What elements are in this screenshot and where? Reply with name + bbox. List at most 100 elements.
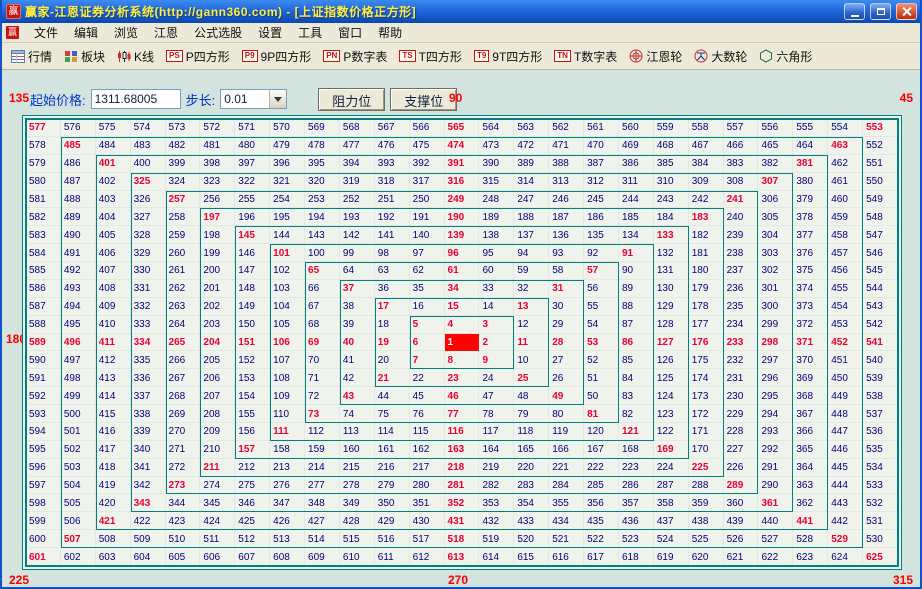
grid-cell[interactable]: 445 <box>828 459 863 477</box>
grid-cell[interactable]: 585 <box>26 262 61 280</box>
grid-cell[interactable]: 9 <box>479 351 514 369</box>
grid-cell[interactable]: 80 <box>549 405 584 423</box>
grid-cell[interactable]: 217 <box>410 459 445 477</box>
grid-cell[interactable]: 143 <box>305 226 340 244</box>
grid-cell[interactable]: 126 <box>654 351 689 369</box>
grid-cell[interactable]: 271 <box>166 441 201 459</box>
grid-cell[interactable]: 495 <box>61 316 96 334</box>
grid-cell[interactable]: 389 <box>514 155 549 173</box>
grid-cell[interactable]: 412 <box>96 351 131 369</box>
grid-cell[interactable]: 485 <box>61 137 96 155</box>
grid-cell[interactable]: 73 <box>305 405 340 423</box>
grid-cell[interactable]: 47 <box>479 387 514 405</box>
grid-cell[interactable]: 53 <box>584 334 619 352</box>
grid-cell[interactable]: 555 <box>793 119 828 137</box>
grid-cell[interactable]: 487 <box>61 173 96 191</box>
grid-cell[interactable]: 265 <box>166 334 201 352</box>
grid-cell[interactable]: 546 <box>863 244 898 262</box>
grid-cell[interactable]: 467 <box>689 137 724 155</box>
grid-cell[interactable]: 7 <box>410 351 445 369</box>
grid-cell[interactable]: 70 <box>305 351 340 369</box>
grid-cell[interactable]: 309 <box>689 173 724 191</box>
grid-cell[interactable]: 89 <box>619 280 654 298</box>
grid-cell[interactable]: 250 <box>410 191 445 209</box>
grid-cell[interactable]: 532 <box>863 494 898 512</box>
grid-cell[interactable]: 584 <box>26 244 61 262</box>
grid-cell[interactable]: 15 <box>445 298 480 316</box>
grid-cell[interactable]: 425 <box>235 512 270 530</box>
grid-cell[interactable]: 219 <box>479 459 514 477</box>
grid-cell[interactable]: 311 <box>619 173 654 191</box>
grid-cell[interactable]: 6 <box>410 334 445 352</box>
grid-cell[interactable]: 157 <box>235 441 270 459</box>
grid-cell[interactable]: 521 <box>549 530 584 548</box>
grid-cell[interactable]: 553 <box>863 119 898 137</box>
grid-cell[interactable]: 469 <box>619 137 654 155</box>
grid-cell[interactable]: 442 <box>828 512 863 530</box>
grid-cell[interactable]: 75 <box>375 405 410 423</box>
grid-cell[interactable]: 280 <box>410 477 445 495</box>
grid-cell[interactable]: 52 <box>584 351 619 369</box>
grid-cell[interactable]: 421 <box>96 512 131 530</box>
grid-cell[interactable]: 264 <box>166 316 201 334</box>
grid-cell[interactable]: 499 <box>61 387 96 405</box>
grid-cell[interactable]: 24 <box>479 369 514 387</box>
grid-cell[interactable]: 354 <box>514 494 549 512</box>
grid-cell[interactable]: 188 <box>514 208 549 226</box>
grid-cell[interactable]: 351 <box>410 494 445 512</box>
grid-cell[interactable]: 592 <box>26 387 61 405</box>
grid-cell[interactable]: 251 <box>375 191 410 209</box>
grid-cell[interactable]: 405 <box>96 226 131 244</box>
grid-cell[interactable]: 572 <box>200 119 235 137</box>
grid-cell[interactable]: 220 <box>514 459 549 477</box>
grid-cell[interactable]: 286 <box>619 477 654 495</box>
grid-cell[interactable]: 360 <box>724 494 759 512</box>
grid-cell[interactable]: 377 <box>793 226 828 244</box>
grid-cell[interactable]: 113 <box>340 423 375 441</box>
grid-cell[interactable]: 323 <box>200 173 235 191</box>
grid-cell[interactable]: 587 <box>26 298 61 316</box>
grid-cell[interactable]: 472 <box>514 137 549 155</box>
grid-cell[interactable]: 569 <box>305 119 340 137</box>
grid-cell[interactable]: 291 <box>758 459 793 477</box>
grid-cell[interactable]: 142 <box>340 226 375 244</box>
toolbar-button-P数字表[interactable]: PNP数字表 <box>317 44 393 69</box>
grid-cell[interactable]: 625 <box>863 548 898 566</box>
grid-cell[interactable]: 198 <box>200 226 235 244</box>
grid-cell[interactable]: 538 <box>863 387 898 405</box>
grid-cell[interactable]: 355 <box>549 494 584 512</box>
grid-cell[interactable]: 117 <box>479 423 514 441</box>
support-button[interactable]: 支撑位 <box>390 88 457 111</box>
grid-cell[interactable]: 180 <box>689 262 724 280</box>
grid-cell[interactable]: 576 <box>61 119 96 137</box>
grid-cell[interactable]: 196 <box>235 208 270 226</box>
grid-cell[interactable]: 399 <box>166 155 201 173</box>
grid-cell[interactable]: 536 <box>863 423 898 441</box>
grid-cell[interactable]: 86 <box>619 334 654 352</box>
grid-cell[interactable]: 278 <box>340 477 375 495</box>
grid-cell[interactable]: 275 <box>235 477 270 495</box>
toolbar-button-9P四方形[interactable]: P99P四方形 <box>236 44 317 69</box>
grid-cell[interactable]: 506 <box>61 512 96 530</box>
grid-cell[interactable]: 302 <box>758 262 793 280</box>
grid-cell[interactable]: 249 <box>445 191 480 209</box>
grid-cell[interactable]: 590 <box>26 351 61 369</box>
grid-cell[interactable]: 46 <box>445 387 480 405</box>
grid-cell[interactable]: 11 <box>514 334 549 352</box>
step-combobox[interactable]: 0.01 <box>220 89 287 109</box>
grid-cell[interactable]: 337 <box>131 387 166 405</box>
grid-cell[interactable]: 260 <box>166 244 201 262</box>
menu-item-帮助[interactable]: 帮助 <box>370 22 410 43</box>
grid-cell[interactable]: 175 <box>689 351 724 369</box>
grid-cell[interactable]: 594 <box>26 423 61 441</box>
grid-cell[interactable]: 451 <box>828 351 863 369</box>
grid-cell[interactable]: 32 <box>514 280 549 298</box>
grid-cell[interactable]: 361 <box>758 494 793 512</box>
grid-cell[interactable]: 183 <box>689 208 724 226</box>
grid-cell[interactable]: 358 <box>654 494 689 512</box>
grid-cell[interactable]: 81 <box>584 405 619 423</box>
grid-cell[interactable]: 163 <box>445 441 480 459</box>
grid-cell[interactable]: 174 <box>689 369 724 387</box>
grid-cell[interactable]: 493 <box>61 280 96 298</box>
grid-cell[interactable]: 269 <box>166 405 201 423</box>
